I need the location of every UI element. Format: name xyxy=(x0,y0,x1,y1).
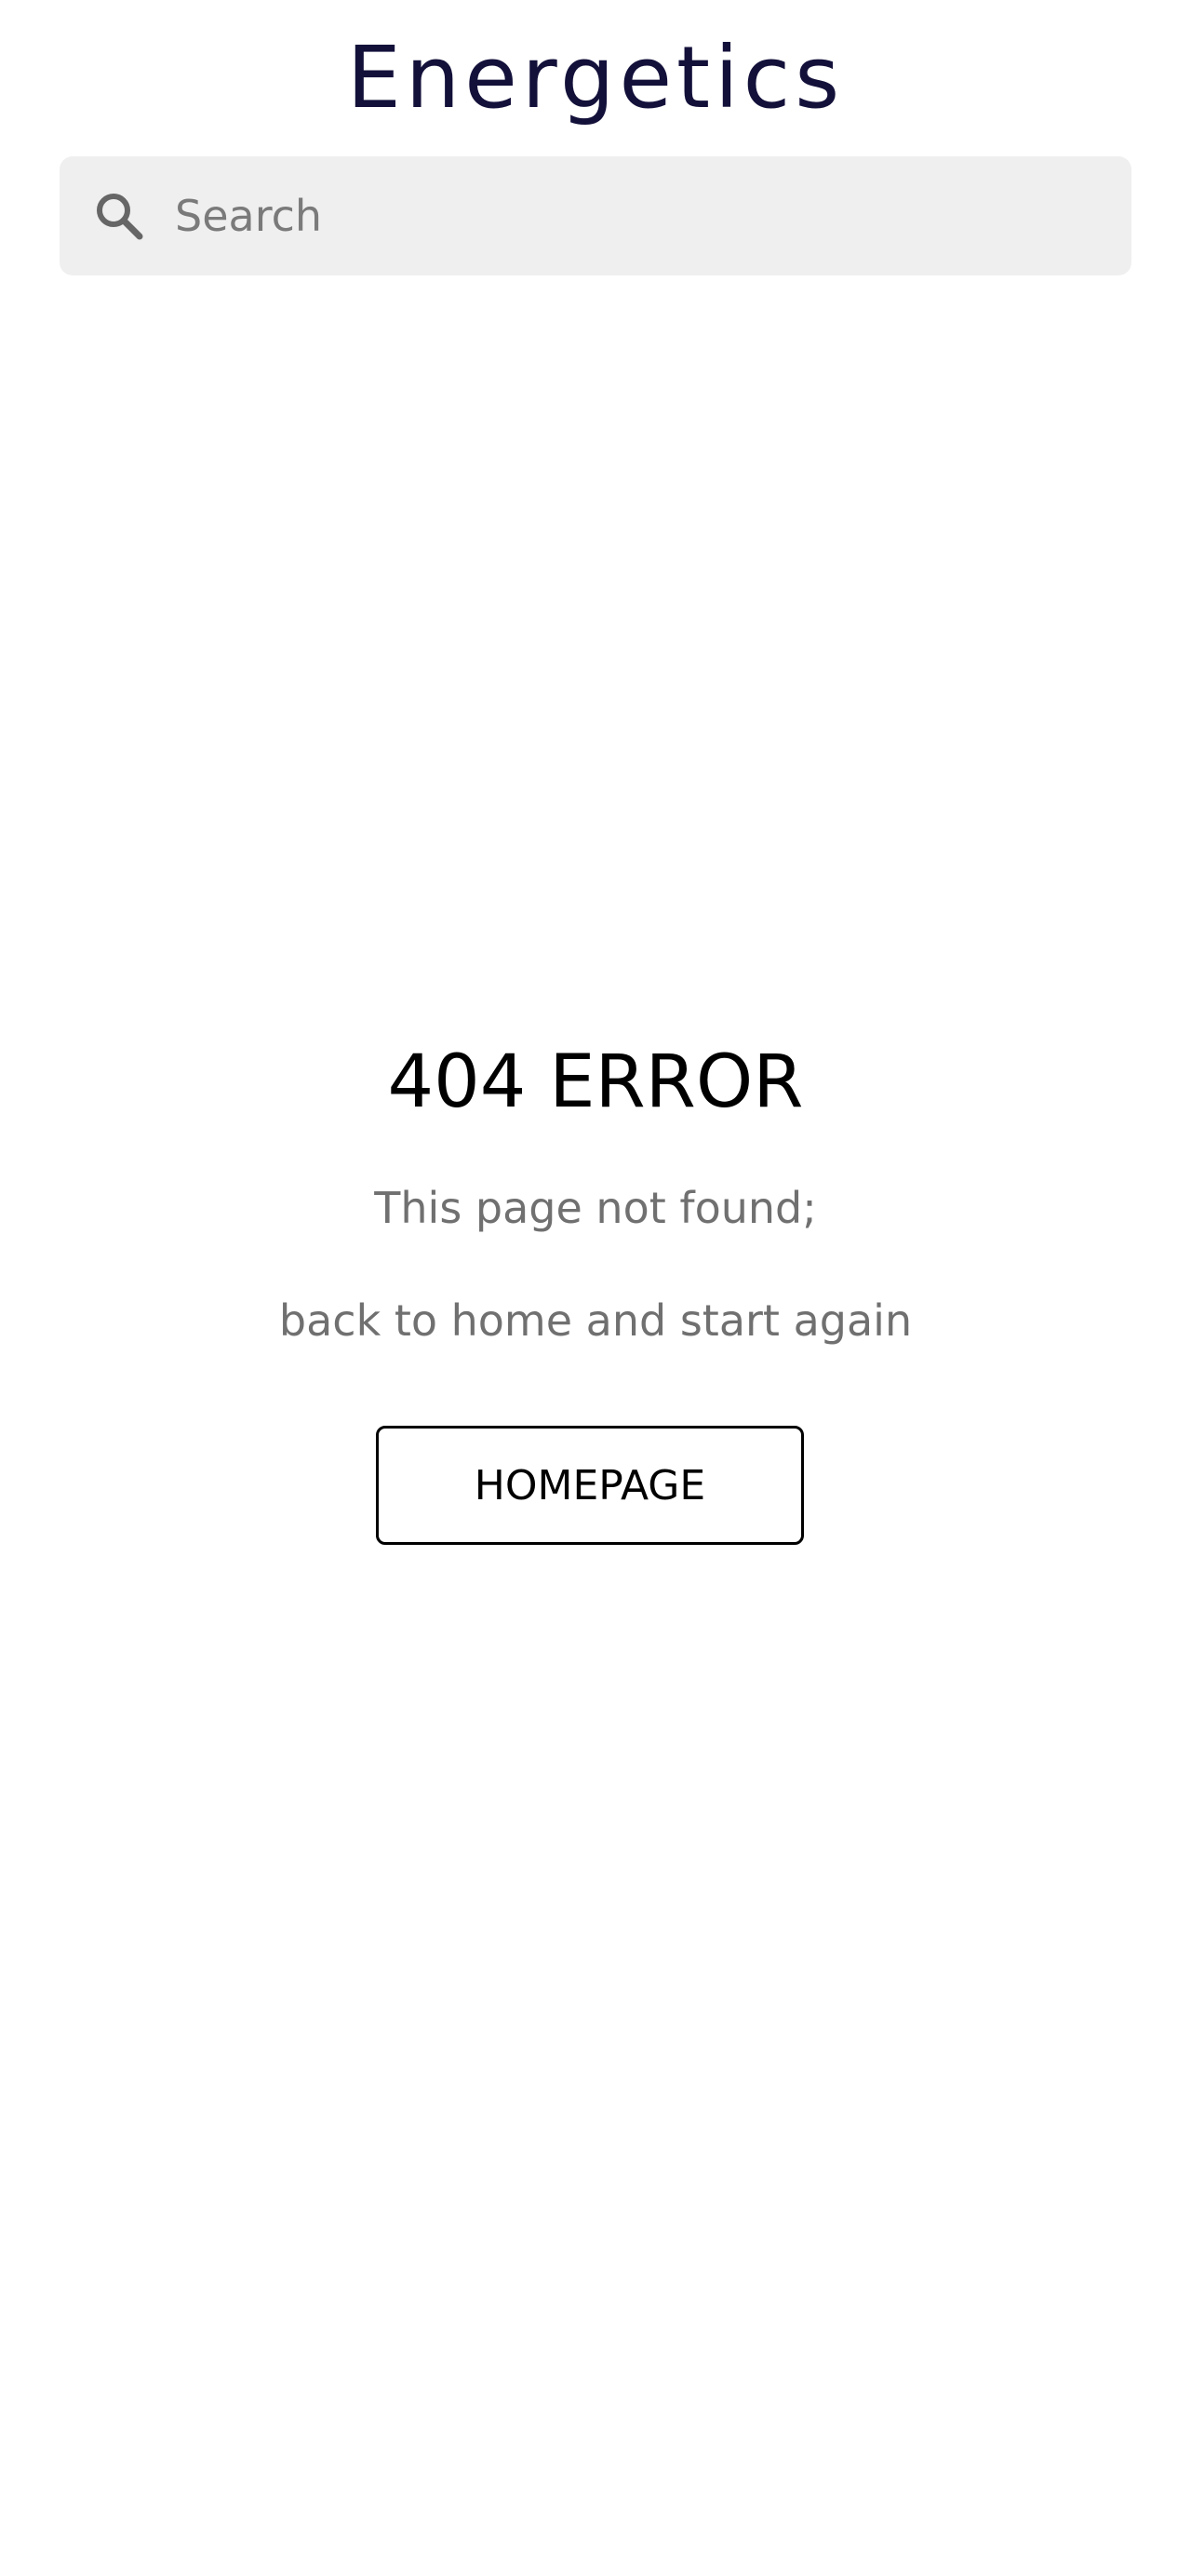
search-bar[interactable] xyxy=(60,156,1131,275)
page: Energetics 404 ERROR This page not found… xyxy=(0,0,1191,2576)
homepage-button[interactable]: HOMEPAGE xyxy=(376,1426,804,1545)
error-title: 404 ERROR xyxy=(387,1040,804,1124)
site-logo[interactable]: Energetics xyxy=(0,28,1191,128)
error-message-line-2: back to home and start again xyxy=(278,1295,913,1346)
error-message-line-1: This page not found; xyxy=(374,1183,817,1233)
search-input[interactable] xyxy=(171,179,1105,253)
search-icon[interactable] xyxy=(93,190,145,242)
